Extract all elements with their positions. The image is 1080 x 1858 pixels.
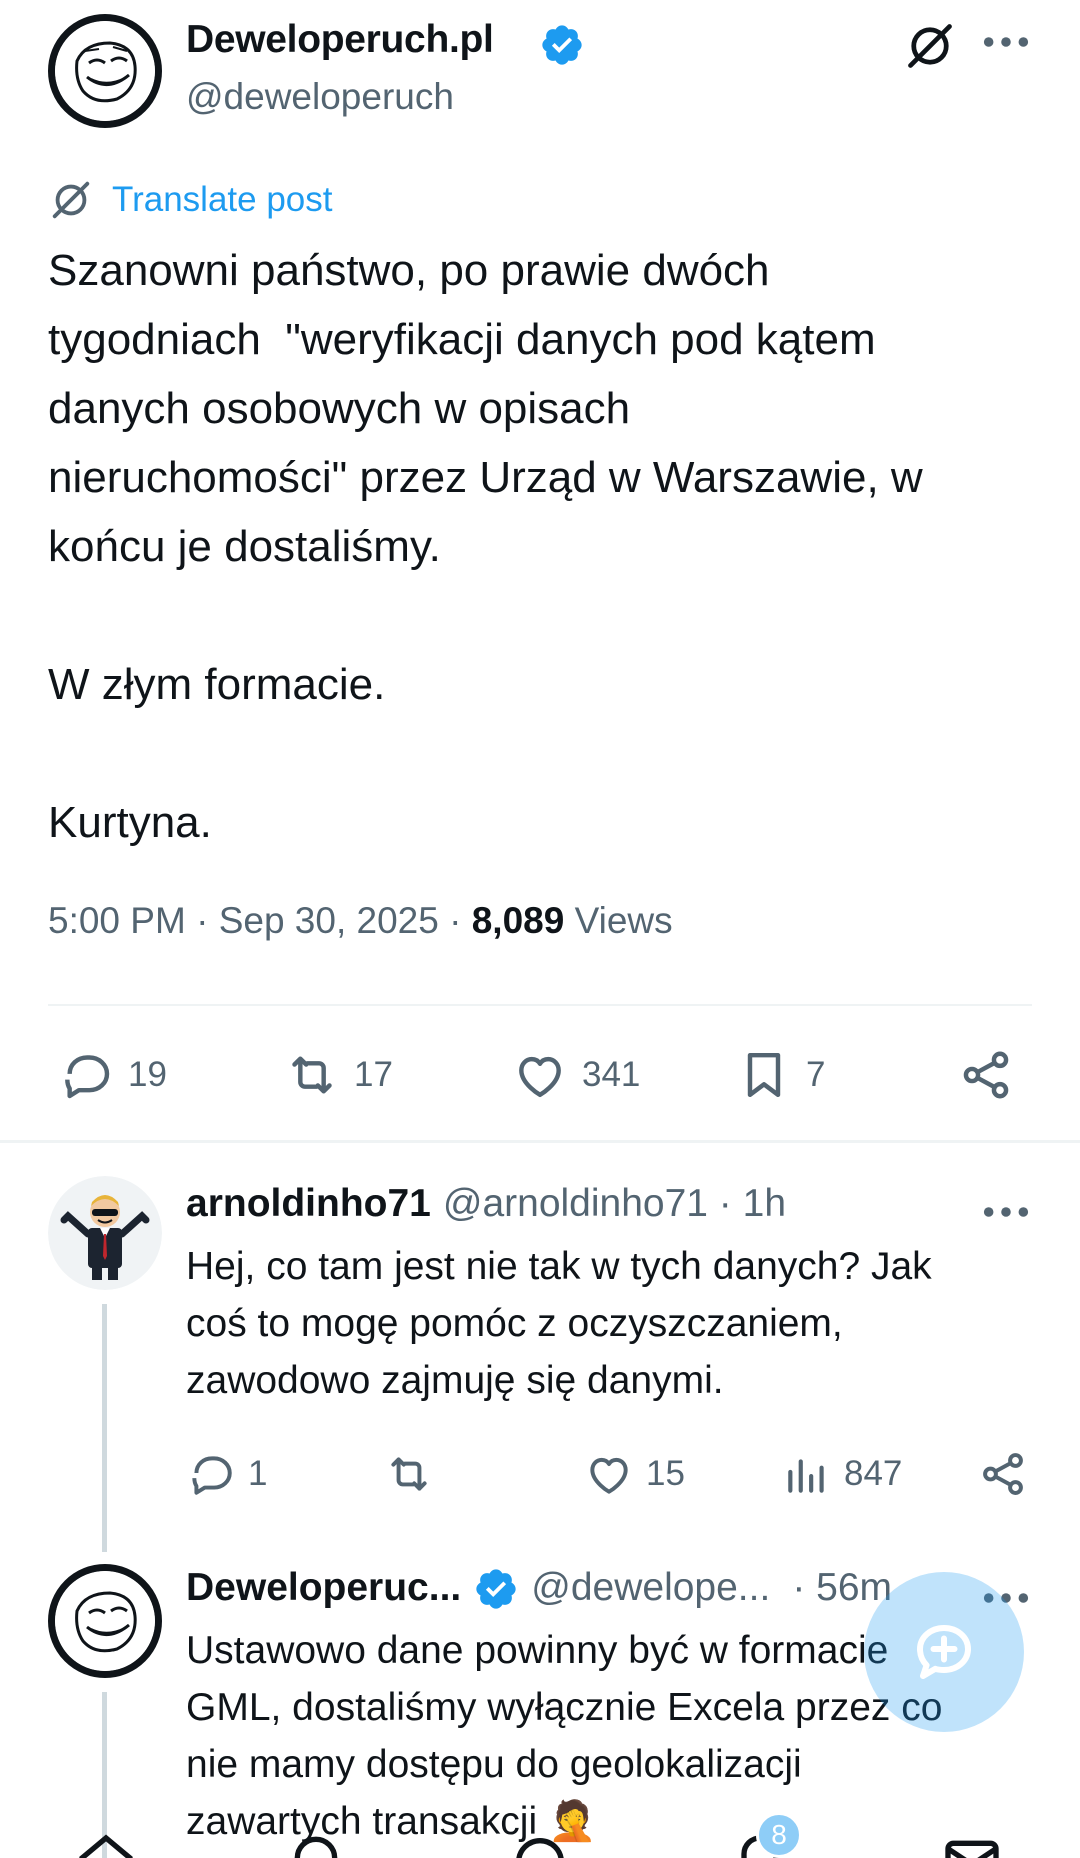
translate-post-label: Translate post <box>112 180 333 219</box>
views-icon <box>788 1459 824 1493</box>
avatar[interactable] <box>48 1176 162 1290</box>
views-count: 847 <box>844 1454 903 1493</box>
reply-icon <box>192 1456 232 1495</box>
avatar[interactable] <box>48 1564 162 1678</box>
like-count: 341 <box>582 1055 641 1094</box>
reply-time[interactable]: · 56m <box>792 1566 892 1610</box>
views-count: 8,089 <box>471 900 565 941</box>
like-button[interactable]: 341 <box>512 1040 640 1110</box>
repost-icon <box>391 1457 427 1491</box>
post-header: Deweloperuch.pl @deweloperuch <box>0 0 1080 140</box>
reply-author-name[interactable]: arnoldinho71 <box>186 1182 431 1226</box>
compose-icon <box>917 1625 971 1679</box>
reply-button[interactable]: 1 <box>186 1444 267 1504</box>
like-count: 15 <box>646 1454 685 1493</box>
search-icon[interactable] <box>288 1830 352 1858</box>
wallstreetbets-avatar-icon <box>48 1176 162 1290</box>
reply-author-name[interactable]: Deweloperuc... <box>186 1566 461 1610</box>
trollface-avatar-icon <box>55 1571 155 1671</box>
post-time[interactable]: 5:00 PM <box>48 900 186 941</box>
reply-button[interactable]: 19 <box>58 1040 167 1110</box>
post-text: Szanowni państwo, po prawie dwóch tygodn… <box>48 246 923 847</box>
verified-badge-icon <box>542 25 582 65</box>
bookmark-button[interactable]: 7 <box>736 1040 825 1110</box>
compose-reply-button[interactable] <box>864 1572 1024 1732</box>
translate-icon <box>52 181 90 219</box>
notifications-badge: 8 <box>756 1812 802 1858</box>
verified-badge-icon <box>476 1569 516 1609</box>
post-meta: 5:00 PM · Sep 30, 2025 · 8,089 Views <box>48 900 673 942</box>
share-icon <box>963 1051 1009 1099</box>
author-display-name[interactable]: Deweloperuch.pl <box>186 18 494 62</box>
reply-actions: 1 15 847 <box>0 1444 1080 1504</box>
like-icon <box>519 1056 561 1098</box>
grok-nav-icon[interactable] <box>508 1830 572 1858</box>
author-handle[interactable]: @deweloperuch <box>186 76 454 118</box>
repost-button[interactable] <box>384 1444 446 1504</box>
repost-button[interactable]: 17 <box>284 1040 393 1110</box>
reply-text: Hej, co tam jest nie tak w tych danych? … <box>186 1245 932 1402</box>
meta-separator: · <box>185 900 219 941</box>
bookmark-icon <box>747 1052 781 1098</box>
views-button[interactable]: 847 <box>782 1444 902 1504</box>
share-button[interactable] <box>978 1444 1028 1504</box>
divider <box>0 1140 1080 1143</box>
reply-icon <box>65 1055 110 1099</box>
more-icon[interactable] <box>980 20 1032 64</box>
thread-line <box>102 1304 107 1552</box>
post-date[interactable]: Sep 30, 2025 <box>219 900 439 941</box>
trollface-avatar-icon <box>55 21 155 121</box>
like-button[interactable]: 15 <box>584 1444 685 1504</box>
translate-post-link[interactable]: Translate post <box>48 176 332 224</box>
share-button[interactable] <box>958 1040 1014 1110</box>
reply-header: Deweloperuc... @dewelope... · 56m <box>186 1566 892 1612</box>
views-label: Views <box>574 900 673 941</box>
post-actions: 19 17 341 7 <box>0 1040 1080 1110</box>
bottom-nav <box>0 1818 1080 1858</box>
reply-count: 19 <box>128 1055 167 1094</box>
more-icon[interactable] <box>980 1190 1032 1234</box>
reply-header: arnoldinho71 @arnoldinho71 · 1h <box>186 1182 786 1226</box>
reply-author-handle[interactable]: @arnoldinho71 · 1h <box>443 1182 786 1226</box>
repost-icon <box>292 1056 332 1094</box>
divider <box>48 1004 1032 1006</box>
repost-count: 17 <box>354 1055 393 1094</box>
share-icon <box>983 1453 1023 1495</box>
messages-icon[interactable] <box>940 1830 1004 1858</box>
reply-author-handle[interactable]: @dewelope... <box>531 1566 770 1610</box>
home-icon[interactable] <box>74 1830 138 1858</box>
meta-separator: · <box>438 900 472 941</box>
bookmark-count: 7 <box>806 1055 826 1094</box>
like-icon <box>590 1457 628 1494</box>
grok-icon[interactable] <box>904 20 956 72</box>
avatar[interactable] <box>48 14 162 128</box>
reply-count: 1 <box>248 1454 268 1493</box>
